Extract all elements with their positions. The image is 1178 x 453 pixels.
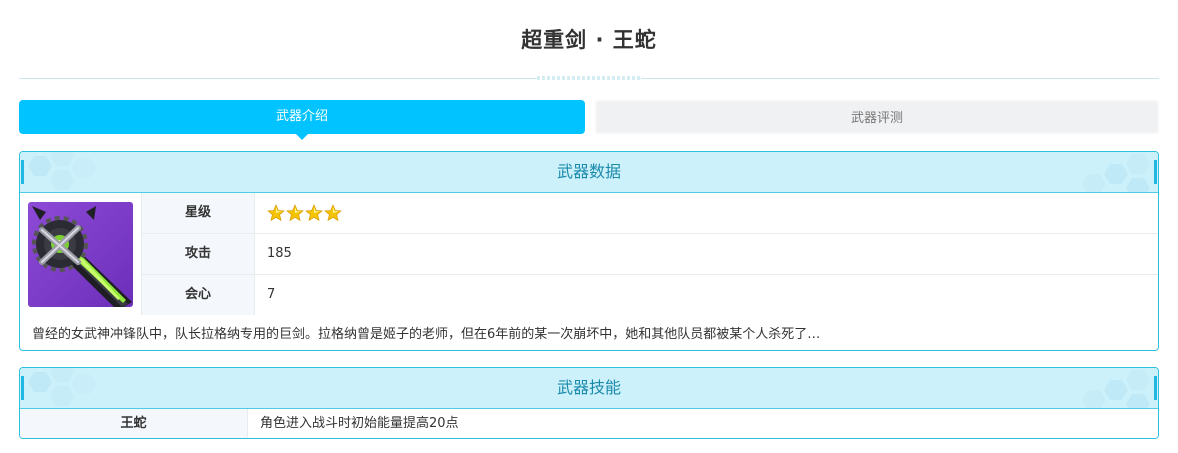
stat-value-crit: 7 xyxy=(267,287,276,302)
header-edge-right xyxy=(1154,376,1157,400)
hexagon-pattern-icon xyxy=(28,152,96,190)
header-edge-right xyxy=(1154,160,1157,184)
stat-row-attack: 攻击 185 xyxy=(141,234,1158,275)
stat-value-attack: 185 xyxy=(267,246,292,261)
hexagon-pattern-icon xyxy=(1082,154,1150,192)
stat-row-crit: 会心 7 xyxy=(141,275,1158,315)
weapon-skill-title: 武器技能 xyxy=(556,378,621,397)
stat-row-rarity: 星级 xyxy=(141,193,1158,234)
tab-weapon-intro[interactable]: 武器介绍 xyxy=(19,100,585,140)
skill-description: 角色进入战斗时初始能量提高20点 xyxy=(260,416,459,431)
weapon-data-header: 武器数据 xyxy=(20,152,1158,193)
weapon-image-cell xyxy=(20,193,141,313)
hexagon-pattern-icon xyxy=(1082,370,1150,408)
stat-label-crit: 会心 xyxy=(141,275,255,315)
tab-weapon-review[interactable]: 武器评测 xyxy=(595,100,1159,134)
rarity-stars xyxy=(267,204,343,222)
weapon-data-title: 武器数据 xyxy=(556,162,621,181)
star-icon xyxy=(324,204,342,222)
header-edge-left xyxy=(21,160,24,184)
skill-row: 王蛇 角色进入战斗时初始能量提高20点 xyxy=(20,409,1158,438)
stat-label-rarity: 星级 xyxy=(141,193,255,233)
hexagon-pattern-icon xyxy=(28,368,96,406)
page-title: 超重剑 · 王蛇 xyxy=(521,28,657,52)
weapon-skill-header: 武器技能 xyxy=(20,368,1158,409)
weapon-skill-panel: 武器技能 王蛇 角色进入战斗时初始能量提高20点 xyxy=(19,367,1159,439)
star-icon xyxy=(305,204,323,222)
star-icon xyxy=(267,204,285,222)
weapon-greatsword-image xyxy=(28,202,133,307)
title-divider-accent xyxy=(537,76,641,80)
skill-name: 王蛇 xyxy=(20,409,248,438)
header-edge-left xyxy=(21,376,24,400)
weapon-description: 曾经的女武神冲锋队中，队长拉格纳专用的巨剑。拉格纳曾是姬子的老师，但在6年前的某… xyxy=(32,327,821,342)
tab-bar: 武器介绍 武器评测 xyxy=(19,100,1159,140)
weapon-data-panel: 武器数据 星级 攻击 185 会心 7 曾经的女武神冲锋队中，队长拉格纳专用的巨… xyxy=(19,151,1159,351)
star-icon xyxy=(286,204,304,222)
stat-label-attack: 攻击 xyxy=(141,234,255,274)
